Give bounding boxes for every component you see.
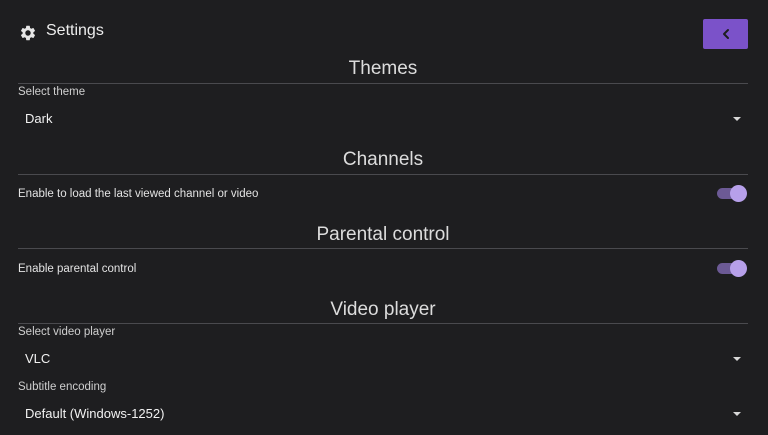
dropdown-arrow-icon [733,357,741,361]
video-player-select[interactable]: VLC [18,346,748,372]
divider [18,323,748,324]
parental-toggle-label: Enable parental control [18,263,137,275]
chevron-left-icon [722,29,729,39]
section-title-video-player: Video player [330,299,436,320]
section-title-parental: Parental control [316,224,450,245]
theme-select[interactable]: Dark [18,106,748,132]
subtitle-encoding-select[interactable]: Default (Windows-1252) [18,401,748,427]
gear-icon [20,25,36,41]
subtitle-encoding-label: Subtitle encoding [18,381,107,393]
divider [18,83,748,84]
video-player-select-value: VLC [25,351,51,366]
toggle-knob [730,185,747,202]
dropdown-arrow-icon [733,412,741,416]
parental-toggle[interactable] [715,260,747,278]
dropdown-arrow-icon [733,117,741,121]
back-button[interactable] [703,19,748,49]
section-title-channels: Channels [342,149,424,170]
section-title-themes: Themes [348,58,418,79]
select-theme-label: Select theme [18,86,86,98]
theme-select-value: Dark [25,111,53,126]
toggle-knob [730,260,747,277]
divider [18,248,748,249]
last-viewed-toggle[interactable] [715,185,747,203]
subtitle-encoding-select-value: Default (Windows-1252) [25,406,165,421]
page-title: Settings [46,22,104,39]
divider [18,174,748,175]
select-video-player-label: Select video player [18,326,116,338]
settings-header: Settings [0,0,768,62]
last-viewed-toggle-label: Enable to load the last viewed channel o… [18,188,259,200]
